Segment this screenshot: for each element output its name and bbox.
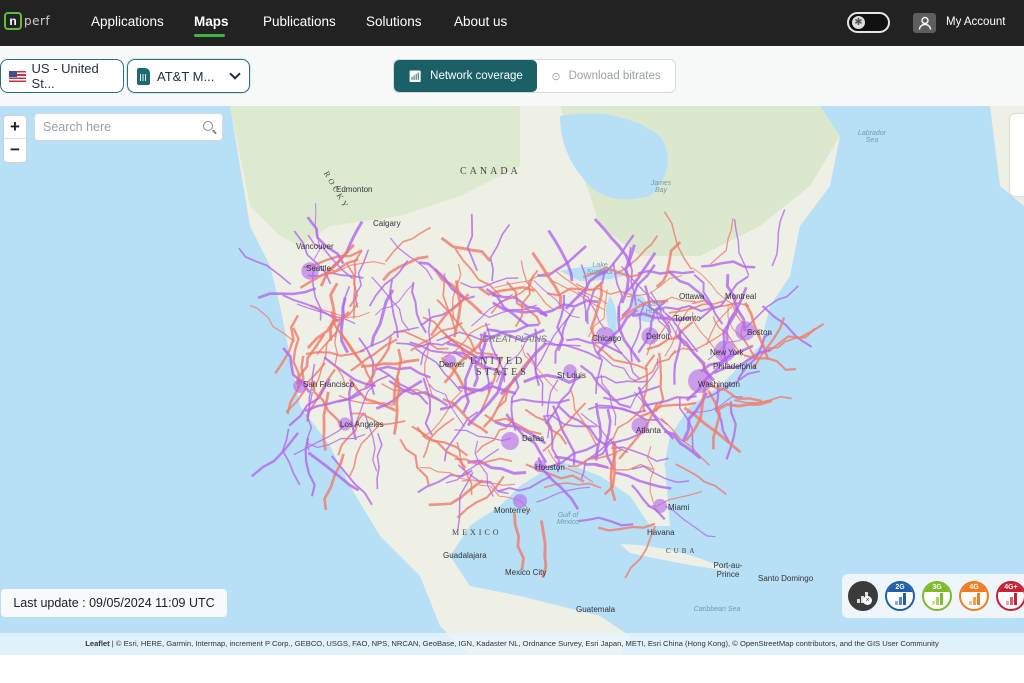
signal-bars-icon bbox=[1006, 593, 1017, 605]
operator-select-value: AT&T M... bbox=[157, 68, 215, 84]
city-los-angeles: Los Angeles bbox=[340, 420, 384, 429]
logo-text: perf bbox=[24, 14, 51, 28]
label-james-bay: James Bay bbox=[650, 180, 672, 194]
label-united: UNITED bbox=[470, 356, 526, 367]
country-select-value: US - United St... bbox=[31, 61, 99, 91]
tech-4g-plus-toggle[interactable]: 4G+ bbox=[996, 581, 1024, 611]
us-flag-icon bbox=[9, 70, 26, 82]
city-port-au-prince: Port-au-Prince bbox=[713, 561, 743, 579]
label-lake-superior: Lake Superior bbox=[586, 262, 614, 276]
leaflet-link[interactable]: Leaflet bbox=[85, 639, 109, 648]
city-ottawa: Ottawa bbox=[679, 292, 705, 301]
tech-4g-label: 4G bbox=[961, 583, 987, 592]
tech-no-coverage-toggle[interactable]: × bbox=[848, 581, 878, 611]
nperf-logo[interactable]: n perf bbox=[4, 12, 50, 30]
label-cuba: CUBA bbox=[666, 547, 698, 555]
attribution-text: | © Esri, HERE, Garmin, Intermap, increm… bbox=[109, 639, 939, 648]
city-guatemala: Guatemala bbox=[576, 605, 616, 614]
download-bitrates-tab[interactable]: ⊙ Download bitrates bbox=[537, 60, 675, 92]
active-nav-indicator bbox=[194, 34, 225, 37]
page-bottom bbox=[0, 655, 1024, 683]
city-dallas: Dallas bbox=[522, 434, 545, 443]
theme-toggle[interactable]: ✱ bbox=[847, 12, 890, 33]
city-montreal: Montreal bbox=[725, 292, 757, 301]
logo-mark-icon: n bbox=[4, 12, 22, 30]
nav-publications[interactable]: Publications bbox=[263, 14, 336, 29]
chevron-down-icon bbox=[229, 67, 241, 80]
city-edmonton: Edmonton bbox=[336, 185, 373, 194]
city-washington: Washington bbox=[698, 380, 740, 389]
map-mode-switch: 📶︎ Network coverage ⊙ Download bitrates bbox=[393, 59, 676, 93]
label-gulf-of-mexico: Gulf of Mexico bbox=[556, 512, 580, 526]
coverage-map[interactable]: CANADA UNITED STATES MEXICO CUBA ROCKY G… bbox=[0, 106, 1024, 655]
nav-applications[interactable]: Applications bbox=[91, 14, 164, 29]
antenna-icon: 📶︎ bbox=[408, 70, 423, 83]
city-san-francisco: San Francisco bbox=[303, 380, 355, 389]
city-guadalajara: Guadalajara bbox=[443, 551, 487, 560]
signal-bars-icon bbox=[969, 593, 980, 605]
city-denver: Denver bbox=[439, 360, 465, 369]
city-new-york: New York bbox=[710, 348, 744, 357]
tech-2g-toggle[interactable]: 2G bbox=[885, 581, 915, 611]
city-houston: Houston bbox=[535, 463, 565, 472]
nav-solutions[interactable]: Solutions bbox=[366, 14, 422, 29]
label-canada: CANADA bbox=[460, 166, 521, 177]
x-icon: × bbox=[863, 596, 872, 605]
zoom-in-button[interactable]: + bbox=[4, 116, 26, 139]
city-chicago: Chicago bbox=[592, 334, 622, 343]
signal-bars-icon bbox=[895, 593, 906, 605]
label-labrador-sea: Labrador Sea bbox=[857, 130, 887, 144]
city-calgary: Calgary bbox=[373, 219, 401, 228]
tech-3g-label: 3G bbox=[924, 583, 950, 592]
last-update-badge: Last update : 09/05/2024 11:09 UTC bbox=[1, 589, 227, 617]
coverage-hotspot bbox=[500, 431, 520, 451]
operator-select[interactable]: AT&T M... bbox=[127, 59, 250, 93]
label-states: STATES bbox=[476, 367, 529, 378]
zoom-control: + − bbox=[3, 115, 27, 163]
label-great-plains: GREAT PLAINS bbox=[482, 334, 547, 344]
city-havana: Havana bbox=[647, 528, 675, 537]
nav-about-us[interactable]: About us bbox=[454, 14, 507, 29]
layer-switcher[interactable] bbox=[1010, 114, 1024, 196]
label-caribbean-sea: Caribbean Sea bbox=[693, 606, 741, 613]
city-seattle: Seattle bbox=[306, 264, 331, 273]
top-navigation: n perf Applications Maps Publications So… bbox=[0, 0, 1024, 46]
map-search bbox=[34, 113, 223, 141]
account-icon[interactable] bbox=[913, 13, 936, 33]
sun-icon: ✱ bbox=[852, 16, 865, 29]
nav-maps[interactable]: Maps bbox=[194, 14, 229, 29]
city-miami: Miami bbox=[668, 503, 690, 512]
tech-2g-label: 2G bbox=[887, 583, 913, 592]
signal-bars-icon bbox=[932, 593, 943, 605]
sim-card-icon bbox=[137, 67, 150, 85]
download-bitrates-label: Download bitrates bbox=[568, 70, 661, 82]
city-santo-domingo: Santo Domingo bbox=[758, 574, 814, 583]
search-input[interactable] bbox=[43, 120, 193, 134]
city-mexico-city: Mexico City bbox=[505, 568, 547, 577]
network-coverage-tab[interactable]: 📶︎ Network coverage bbox=[394, 60, 537, 92]
label-mexico: MEXICO bbox=[452, 528, 502, 537]
filter-toolbar: US - United St... AT&T M... 📶︎ Network c… bbox=[0, 46, 1024, 106]
download-icon: ⊙ bbox=[551, 70, 561, 83]
city-st-louis: St Louis bbox=[557, 371, 586, 380]
tech-4g-plus-label: 4G+ bbox=[998, 583, 1024, 592]
city-vancouver: Vancouver bbox=[296, 242, 334, 251]
city-toronto: Toronto bbox=[674, 314, 701, 323]
city-philadelphia: Philadelphia bbox=[713, 362, 757, 371]
city-atlanta: Atlanta bbox=[636, 426, 661, 435]
coverage-hotspot bbox=[652, 498, 668, 514]
search-icon[interactable] bbox=[203, 121, 213, 131]
city-detroit: Detroit bbox=[646, 332, 670, 341]
network-coverage-label: Network coverage bbox=[430, 70, 523, 82]
my-account-link[interactable]: My Account bbox=[946, 16, 1005, 28]
map-attribution: Leaflet | © Esri, HERE, Garmin, Intermap… bbox=[0, 633, 1024, 655]
tech-4g-toggle[interactable]: 4G bbox=[959, 581, 989, 611]
technology-filter: × 2G 3G 4G 4G+ bbox=[842, 574, 1024, 618]
tech-3g-toggle[interactable]: 3G bbox=[922, 581, 952, 611]
label-lake-huron: Lake Huron bbox=[645, 301, 665, 315]
city-monterrey: Monterrey bbox=[494, 506, 531, 515]
zoom-out-button[interactable]: − bbox=[4, 139, 26, 162]
city-boston: Boston bbox=[747, 328, 772, 337]
country-select[interactable]: US - United St... bbox=[0, 59, 124, 93]
